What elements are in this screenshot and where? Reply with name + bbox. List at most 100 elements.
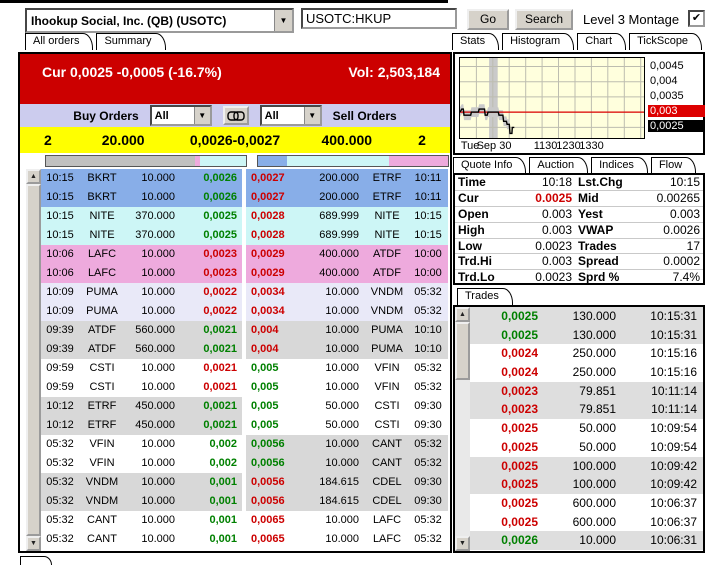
order-row[interactable]: 10:15 NITE 370.000 0,0025 0,0028 689.999…: [41, 207, 450, 226]
buy-order[interactable]: 09:39 ATDF 560.000 0,0021: [41, 340, 242, 359]
trade-row[interactable]: 0,0023 79.851 10:11:14: [470, 400, 703, 419]
order-row[interactable]: 10:12 ETRF 450.000 0,0021 0,005 50.000 C…: [41, 397, 450, 416]
scroll-thumb[interactable]: [26, 184, 41, 536]
order-row[interactable]: 09:59 CSTI 10.000 0,0021 0,005 10.000 VF…: [41, 359, 450, 378]
tab-item[interactable]: Stats: [452, 33, 499, 50]
order-row[interactable]: 10:09 PUMA 10.000 0,0022 0,0034 10.000 V…: [41, 302, 450, 321]
order-row[interactable]: 09:39 ATDF 560.000 0,0021 0,004 10.000 P…: [41, 340, 450, 359]
scroll-track[interactable]: [455, 380, 470, 536]
order-row[interactable]: 10:09 PUMA 10.000 0,0022 0,0034 10.000 V…: [41, 283, 450, 302]
sell-order[interactable]: 0,005 10.000 VFIN 05:32: [246, 378, 448, 397]
sell-order[interactable]: 0,0065 10.000 LAFC 05:32: [246, 530, 448, 549]
buy-order[interactable]: 10:09 PUMA 10.000 0,0022: [41, 283, 242, 302]
sell-order[interactable]: 0,0027 200.000 ETRF 10:11: [246, 169, 448, 188]
go-button[interactable]: Go: [467, 9, 509, 30]
trade-row[interactable]: 0,0025 100.000 10:09:42: [470, 457, 703, 476]
tab-trades[interactable]: Trades: [457, 288, 513, 305]
scroll-up-button[interactable]: ▲: [455, 307, 470, 322]
trade-row[interactable]: 0,0025 50.000 10:09:54: [470, 438, 703, 457]
sell-order[interactable]: 0,0028 689.999 NITE 10:15: [246, 226, 448, 245]
symbol-input[interactable]: [301, 8, 457, 29]
order-row[interactable]: 09:39 ATDF 560.000 0,0021 0,004 10.000 P…: [41, 321, 450, 340]
sell-order[interactable]: 0,0029 400.000 ATDF 10:00: [246, 264, 448, 283]
sell-order[interactable]: 0,0065 10.000 LAFC 05:32: [246, 511, 448, 530]
buy-order[interactable]: 09:39 ATDF 560.000 0,0021: [41, 321, 242, 340]
sell-order[interactable]: 0,0027 200.000 ETRF 10:11: [246, 188, 448, 207]
level3-checkbox[interactable]: ✔: [688, 10, 705, 27]
chevron-down-icon[interactable]: ▼: [304, 107, 320, 124]
tab-item[interactable]: TickScope: [629, 33, 702, 50]
buy-order[interactable]: 05:32 VNDM 10.000 0,001: [41, 492, 242, 511]
trade-row[interactable]: 0,0025 600.000 10:06:37: [470, 494, 703, 513]
order-book-scrollbar[interactable]: ▲ ▼: [26, 169, 41, 551]
order-row[interactable]: 10:15 BKRT 10.000 0,0026 0,0027 200.000 …: [41, 188, 450, 207]
trade-row[interactable]: 0,0024 250.000 10:15:16: [470, 344, 703, 363]
tab-item[interactable]: Summary: [96, 33, 165, 50]
buy-order[interactable]: 05:32 CANT 10.000 0,001: [41, 530, 242, 549]
buy-order[interactable]: 10:06 LAFC 10.000 0,0023: [41, 245, 242, 264]
tab-item[interactable]: Histogram: [502, 33, 574, 50]
buy-filter-select[interactable]: All ▼: [150, 105, 212, 126]
buy-order[interactable]: 05:32 VFIN 10.000 0,002: [41, 454, 242, 473]
trades-scrollbar[interactable]: ▲ ▼: [455, 307, 470, 551]
trade-row[interactable]: 0,0026 10.000 10:06:31: [470, 531, 703, 550]
order-row[interactable]: 10:15 BKRT 10.000 0,0026 0,0027 200.000 …: [41, 169, 450, 188]
order-row[interactable]: 05:32 VNDM 10.000 0,001 0,0056 184.615 C…: [41, 492, 450, 511]
sell-order[interactable]: 0,0056 184.615 CDEL 09:30: [246, 492, 448, 511]
chevron-down-icon[interactable]: ▼: [194, 107, 210, 124]
buy-order[interactable]: 09:59 CSTI 10.000 0,0021: [41, 378, 242, 397]
tab-item[interactable]: Indices: [591, 157, 648, 174]
buy-order[interactable]: 10:06 LAFC 10.000 0,0023: [41, 264, 242, 283]
buy-order[interactable]: 10:15 NITE 370.000 0,0025: [41, 207, 242, 226]
sell-order[interactable]: 0,0056 184.615 CDEL 09:30: [246, 473, 448, 492]
link-filters-button[interactable]: [223, 106, 249, 125]
sell-order[interactable]: 0,0028 689.999 NITE 10:15: [246, 207, 448, 226]
scroll-thumb[interactable]: [455, 322, 470, 380]
trade-row[interactable]: 0,0025 130.000 10:15:31: [470, 307, 703, 326]
sell-order[interactable]: 0,004 10.000 PUMA 10:10: [246, 340, 448, 359]
symbol-combobox[interactable]: Ihookup Social, Inc. (QB) (USOTC) ▼: [25, 8, 294, 33]
trade-row[interactable]: 0,0025 600.000 10:06:37: [470, 513, 703, 532]
buy-order[interactable]: 09:59 CSTI 10.000 0,0021: [41, 359, 242, 378]
sell-order[interactable]: 0,0056 10.000 CANT 05:32: [246, 435, 448, 454]
order-row[interactable]: 09:59 CSTI 10.000 0,0021 0,005 10.000 VF…: [41, 378, 450, 397]
trade-row[interactable]: 0,0025 130.000 10:15:31: [470, 326, 703, 345]
buy-order[interactable]: 10:15 NITE 370.000 0,0025: [41, 226, 242, 245]
order-row[interactable]: 10:15 NITE 370.000 0,0025 0,0028 689.999…: [41, 226, 450, 245]
sell-order[interactable]: 0,0034 10.000 VNDM 05:32: [246, 283, 448, 302]
trade-row[interactable]: 0,0023 79.851 10:11:14: [470, 382, 703, 401]
sell-order[interactable]: 0,005 50.000 CSTI 09:30: [246, 416, 448, 435]
order-row[interactable]: 10:06 LAFC 10.000 0,0023 0,0029 400.000 …: [41, 264, 450, 283]
tab-item[interactable]: Auction: [529, 157, 588, 174]
tab-item[interactable]: Quote Info: [453, 157, 526, 174]
trade-row[interactable]: 0,0025 50.000 10:09:54: [470, 419, 703, 438]
buy-order[interactable]: 10:12 ETRF 450.000 0,0021: [41, 397, 242, 416]
sell-order[interactable]: 0,0056 10.000 CANT 05:32: [246, 454, 448, 473]
sell-filter-select[interactable]: All ▼: [260, 105, 322, 126]
buy-order[interactable]: 10:12 ETRF 450.000 0,0021: [41, 416, 242, 435]
order-row[interactable]: 05:32 CANT 10.000 0,001 0,0065 10.000 LA…: [41, 530, 450, 549]
buy-order[interactable]: 10:09 PUMA 10.000 0,0022: [41, 302, 242, 321]
scroll-down-button[interactable]: ▼: [455, 536, 470, 551]
order-row[interactable]: 05:32 VNDM 10.000 0,001 0,0056 184.615 C…: [41, 473, 450, 492]
search-button[interactable]: Search: [515, 9, 573, 30]
sell-order[interactable]: 0,005 50.000 CSTI 09:30: [246, 397, 448, 416]
order-row[interactable]: 05:32 VFIN 10.000 0,002 0,0056 10.000 CA…: [41, 435, 450, 454]
sell-order[interactable]: 0,0029 400.000 ATDF 10:00: [246, 245, 448, 264]
order-row[interactable]: 05:32 VFIN 10.000 0,002 0,0056 10.000 CA…: [41, 454, 450, 473]
order-row[interactable]: 10:06 LAFC 10.000 0,0023 0,0029 400.000 …: [41, 245, 450, 264]
buy-order[interactable]: 05:32 CANT 10.000 0,001: [41, 511, 242, 530]
sell-order[interactable]: 0,005 10.000 VFIN 05:32: [246, 359, 448, 378]
sell-order[interactable]: 0,004 10.000 PUMA 10:10: [246, 321, 448, 340]
buy-order[interactable]: 10:15 BKRT 10.000 0,0026: [41, 169, 242, 188]
tab-item[interactable]: Chart: [577, 33, 626, 50]
sell-order[interactable]: 0,0034 10.000 VNDM 05:32: [246, 302, 448, 321]
buy-order[interactable]: 10:15 BKRT 10.000 0,0026: [41, 188, 242, 207]
buy-order[interactable]: 05:32 VNDM 10.000 0,001: [41, 473, 242, 492]
trade-row[interactable]: 0,0024 250.000 10:15:16: [470, 363, 703, 382]
scroll-up-button[interactable]: ▲: [26, 169, 41, 184]
order-row[interactable]: 10:12 ETRF 450.000 0,0021 0,005 50.000 C…: [41, 416, 450, 435]
chevron-down-icon[interactable]: ▼: [274, 10, 292, 31]
scroll-down-button[interactable]: ▼: [26, 536, 41, 551]
tab-item[interactable]: All orders: [25, 33, 93, 50]
